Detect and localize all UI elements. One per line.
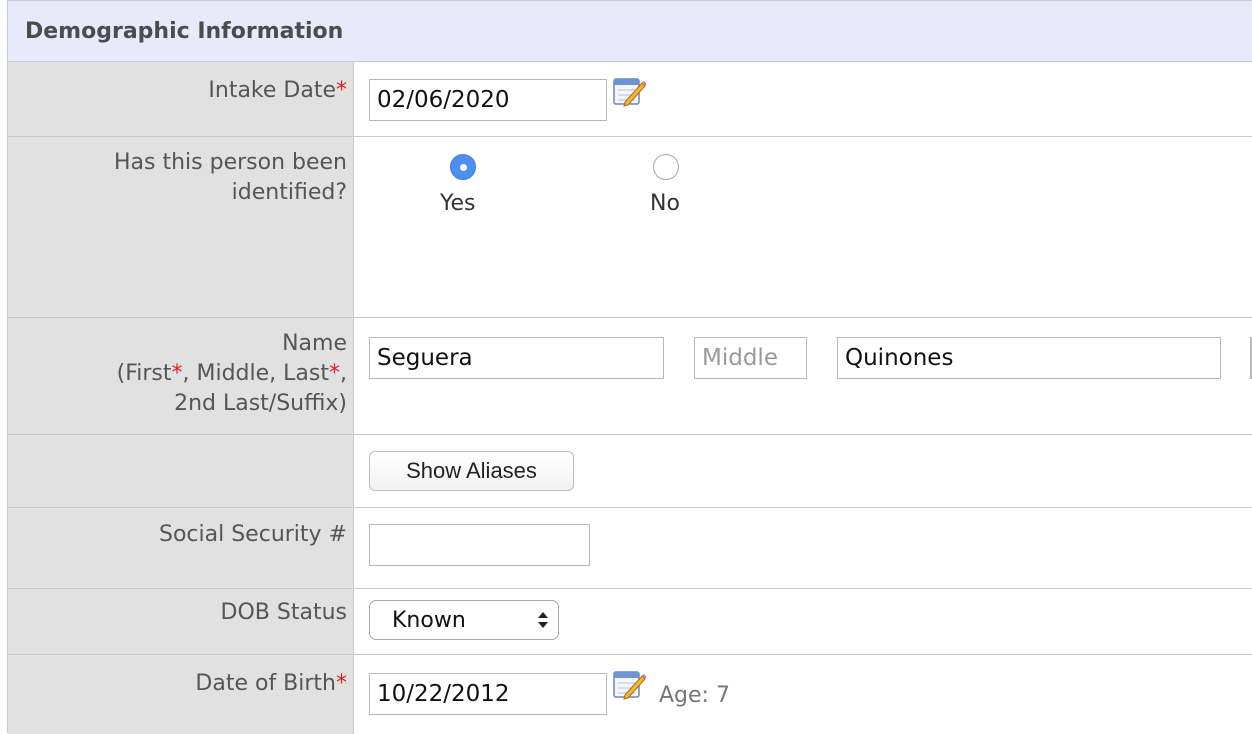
select-arrows-icon	[538, 612, 548, 628]
calendar-edit-icon[interactable]	[613, 669, 646, 700]
section-title: Demographic Information	[25, 19, 344, 44]
ssn-input[interactable]	[369, 524, 590, 566]
identified-no-label: No	[650, 191, 680, 216]
demographic-form-panel: Demographic Information Intake Date* Has…	[7, 0, 1252, 734]
row-divider	[8, 507, 1252, 508]
dob-label-text: Date of Birth	[195, 671, 336, 696]
identified-yes-label: Yes	[440, 191, 476, 216]
age-display: Age: 7	[659, 683, 730, 708]
name-label-line1: Name	[282, 331, 347, 356]
dob-label: Date of Birth*	[195, 669, 347, 699]
required-marker: *	[336, 78, 347, 103]
ssn-label: Social Security #	[159, 522, 347, 547]
calendar-edit-icon[interactable]	[613, 76, 646, 107]
identified-yes-radio[interactable]	[450, 154, 476, 180]
name-label-line3: 2nd Last/Suffix)	[174, 391, 347, 416]
middle-name-input[interactable]	[694, 337, 807, 379]
last-name-input[interactable]	[837, 337, 1221, 379]
row-divider	[8, 654, 1252, 655]
first-name-input[interactable]	[369, 337, 664, 379]
identified-label-line1: Has this person been	[114, 150, 347, 175]
row-divider	[8, 588, 1252, 589]
show-aliases-button[interactable]: Show Aliases	[369, 451, 574, 491]
dob-status-selected-value: Known	[392, 608, 466, 633]
intake-date-label: Intake Date*	[208, 76, 347, 106]
identified-label-line2: identified?	[231, 180, 347, 205]
row-divider	[8, 434, 1252, 435]
dob-status-label: DOB Status	[220, 600, 347, 625]
section-header: Demographic Information	[8, 1, 1252, 62]
row-divider	[8, 136, 1252, 137]
row-divider	[8, 317, 1252, 318]
dob-input[interactable]	[369, 673, 607, 715]
identified-label: Has this person been identified?	[114, 148, 347, 208]
name-label: Name (First*, Middle, Last*, 2nd Last/Su…	[117, 329, 347, 419]
name-label-line2: (First*, Middle, Last*,	[116, 361, 347, 386]
dob-status-select[interactable]: Known	[369, 600, 559, 640]
identified-no-radio[interactable]	[653, 154, 679, 180]
required-marker: *	[336, 671, 347, 696]
intake-date-label-text: Intake Date	[208, 78, 336, 103]
intake-date-input[interactable]	[369, 79, 607, 121]
